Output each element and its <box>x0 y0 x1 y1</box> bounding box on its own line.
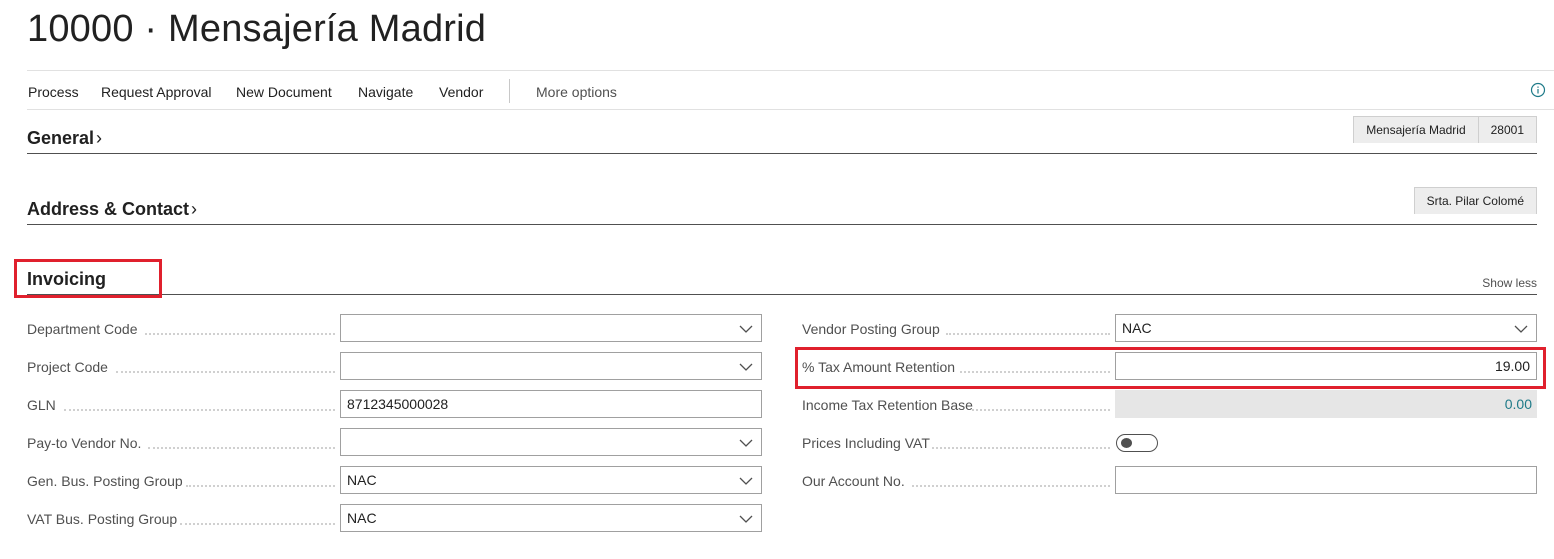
vendor-posting-group-value: NAC <box>1122 320 1152 336</box>
chevron-down-icon <box>739 439 753 447</box>
prices-including-vat-toggle[interactable] <box>1116 434 1158 452</box>
gln-value: 8712345000028 <box>347 396 449 412</box>
chevron-down-icon <box>739 363 753 371</box>
vendor-posting-group-label: Vendor Posting Group <box>802 321 940 337</box>
new-document-action[interactable]: New Document <box>236 84 332 100</box>
chevron-right-icon: › <box>96 128 103 148</box>
gln-input[interactable]: 8712345000028 <box>340 390 762 418</box>
more-options-action[interactable]: More options <box>536 84 617 100</box>
income-tax-retention-base-value: 0.00 <box>1115 390 1537 418</box>
chevron-down-icon <box>739 325 753 333</box>
dotted-leader <box>946 333 1110 335</box>
toggle-knob <box>1121 438 1132 448</box>
pay-to-vendor-dropdown[interactable] <box>340 428 762 456</box>
gen-bus-posting-group-label: Gen. Bus. Posting Group <box>27 473 183 489</box>
gln-label: GLN <box>27 397 56 413</box>
dotted-leader <box>932 447 1110 449</box>
page-title: 10000 · Mensajería Madrid <box>27 8 487 50</box>
dotted-leader <box>116 371 335 373</box>
invoicing-highlight-box <box>14 259 162 298</box>
address-summary: Srta. Pilar Colomé <box>1413 187 1537 214</box>
gen-bus-posting-group-value: NAC <box>347 472 377 488</box>
our-account-no-input[interactable] <box>1115 466 1537 494</box>
summary-post-code: 28001 <box>1477 117 1536 143</box>
request-approval-action[interactable]: Request Approval <box>101 84 212 100</box>
tax-retention-highlight-box <box>795 347 1546 389</box>
process-action[interactable]: Process <box>28 84 79 100</box>
dotted-leader <box>180 523 335 525</box>
dotted-leader <box>972 409 1110 411</box>
address-section-header: Address & Contact › Srta. Pilar Colomé <box>27 187 1537 225</box>
summary-vendor-name: Mensajería Madrid <box>1366 123 1466 137</box>
department-code-label: Department Code <box>27 321 138 337</box>
general-summary: Mensajería Madrid 28001 <box>1353 116 1537 143</box>
gen-bus-posting-group-dropdown[interactable]: NAC <box>340 466 762 494</box>
project-code-label: Project Code <box>27 359 108 375</box>
dotted-leader <box>64 409 335 411</box>
pay-to-vendor-label: Pay-to Vendor No. <box>27 435 142 451</box>
our-account-no-label: Our Account No. <box>802 473 905 489</box>
navigate-action[interactable]: Navigate <box>358 84 413 100</box>
income-tax-retention-base-label: Income Tax Retention Base <box>802 397 973 413</box>
vendor-action[interactable]: Vendor <box>439 84 483 100</box>
general-section-header: General › Mensajería Madrid 28001 <box>27 116 1537 154</box>
vat-bus-posting-group-value: NAC <box>347 510 377 526</box>
vat-bus-posting-group-label: VAT Bus. Posting Group <box>27 511 178 527</box>
chevron-down-icon <box>739 515 753 523</box>
action-separator <box>509 79 510 103</box>
prices-including-vat-label: Prices Including VAT <box>802 435 930 451</box>
general-title-text: General <box>27 128 95 148</box>
show-less-link[interactable]: Show less <box>1482 276 1537 290</box>
address-section-title[interactable]: Address & Contact › <box>27 199 197 220</box>
address-title-text: Address & Contact <box>27 199 190 219</box>
project-code-dropdown[interactable] <box>340 352 762 380</box>
chevron-down-icon <box>739 477 753 485</box>
vendor-posting-group-dropdown[interactable]: NAC <box>1115 314 1537 342</box>
general-section-title[interactable]: General › <box>27 128 102 149</box>
dotted-leader <box>186 485 335 487</box>
dotted-leader <box>912 485 1110 487</box>
vat-bus-posting-group-dropdown[interactable]: NAC <box>340 504 762 532</box>
chevron-down-icon <box>1514 325 1528 333</box>
department-code-dropdown[interactable] <box>340 314 762 342</box>
dotted-leader <box>145 333 335 335</box>
invoicing-section-header: Invoicing Show less <box>27 269 1537 295</box>
dotted-leader <box>148 447 335 449</box>
summary-contact: Srta. Pilar Colomé <box>1426 194 1524 208</box>
info-icon[interactable] <box>1530 82 1546 98</box>
chevron-right-icon: › <box>191 199 198 219</box>
action-bar: Process Request Approval New Document Na… <box>27 70 1554 110</box>
